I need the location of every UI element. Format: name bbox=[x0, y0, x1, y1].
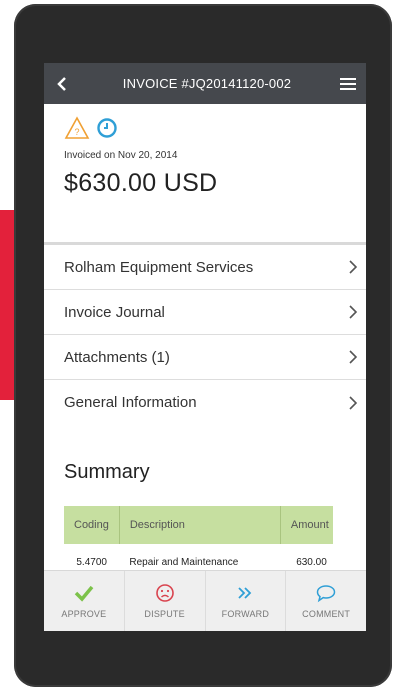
comment-label: COMMENT bbox=[302, 609, 351, 619]
row-label: Invoice Journal bbox=[64, 303, 165, 321]
row-label: Rolham Equipment Services bbox=[64, 258, 254, 276]
forward-button[interactable]: FORWARD bbox=[206, 571, 287, 631]
hamburger-icon-line bbox=[340, 77, 356, 80]
dispute-button[interactable]: DISPUTE bbox=[125, 571, 206, 631]
column-header-description: Description bbox=[119, 506, 281, 544]
detail-list: Rolham Equipment Services Invoice Journa… bbox=[44, 245, 366, 425]
action-bar: APPROVE DISPUTE FORWARD COMMENT bbox=[44, 570, 366, 631]
forward-label: FORWARD bbox=[221, 609, 270, 619]
chevron-right-icon bbox=[349, 395, 358, 410]
summary-heading: Summary bbox=[64, 461, 150, 483]
app-bar: INVOICE #JQ20141120-002 bbox=[44, 63, 366, 104]
row-label: General Information bbox=[64, 394, 197, 411]
column-header-amount: Amount bbox=[280, 506, 333, 544]
double-chevron-right-icon bbox=[238, 587, 252, 599]
chevron-left-icon bbox=[57, 76, 66, 91]
dispute-label: DISPUTE bbox=[144, 609, 185, 619]
hamburger-icon-line bbox=[340, 82, 356, 85]
approve-label: APPROVE bbox=[61, 609, 107, 619]
row-general-information[interactable]: General Information bbox=[44, 380, 366, 425]
comment-button[interactable]: COMMENT bbox=[286, 571, 366, 631]
invoice-header: ? Invoiced on Nov 20, 2014 $630.00 USD bbox=[44, 104, 366, 245]
page-title: INVOICE #JQ20141120-002 bbox=[122, 76, 292, 91]
row-label: Attachments (1) bbox=[64, 348, 170, 366]
row-vendor[interactable]: Rolham Equipment Services bbox=[44, 245, 366, 290]
summary-table: Coding Description Amount 5.4700 Repair … bbox=[64, 506, 333, 580]
chevron-right-icon bbox=[349, 305, 358, 319]
check-icon bbox=[74, 585, 94, 602]
speech-bubble-icon bbox=[316, 585, 336, 603]
status-icons: ? bbox=[64, 114, 346, 142]
invoice-amount: $630.00 USD bbox=[64, 169, 218, 197]
row-invoice-journal[interactable]: Invoice Journal bbox=[44, 290, 366, 335]
chevron-right-icon bbox=[349, 260, 358, 274]
clock-icon bbox=[97, 118, 117, 138]
menu-button[interactable] bbox=[340, 77, 356, 90]
invoiced-date: Invoiced on Nov 20, 2014 bbox=[64, 150, 178, 161]
hamburger-icon-line bbox=[340, 87, 356, 90]
column-header-coding: Coding bbox=[64, 506, 120, 544]
back-button[interactable] bbox=[56, 74, 74, 94]
app-screen: INVOICE #JQ20141120-002 ? Invoiced on No… bbox=[44, 63, 366, 631]
warning-icon: ? bbox=[64, 116, 90, 139]
sad-face-icon bbox=[155, 584, 174, 602]
red-accent-bar bbox=[0, 210, 14, 400]
approve-button[interactable]: APPROVE bbox=[44, 571, 125, 631]
svg-text:?: ? bbox=[74, 127, 79, 137]
chevron-right-icon bbox=[349, 350, 358, 364]
row-attachments[interactable]: Attachments (1) bbox=[44, 335, 366, 380]
